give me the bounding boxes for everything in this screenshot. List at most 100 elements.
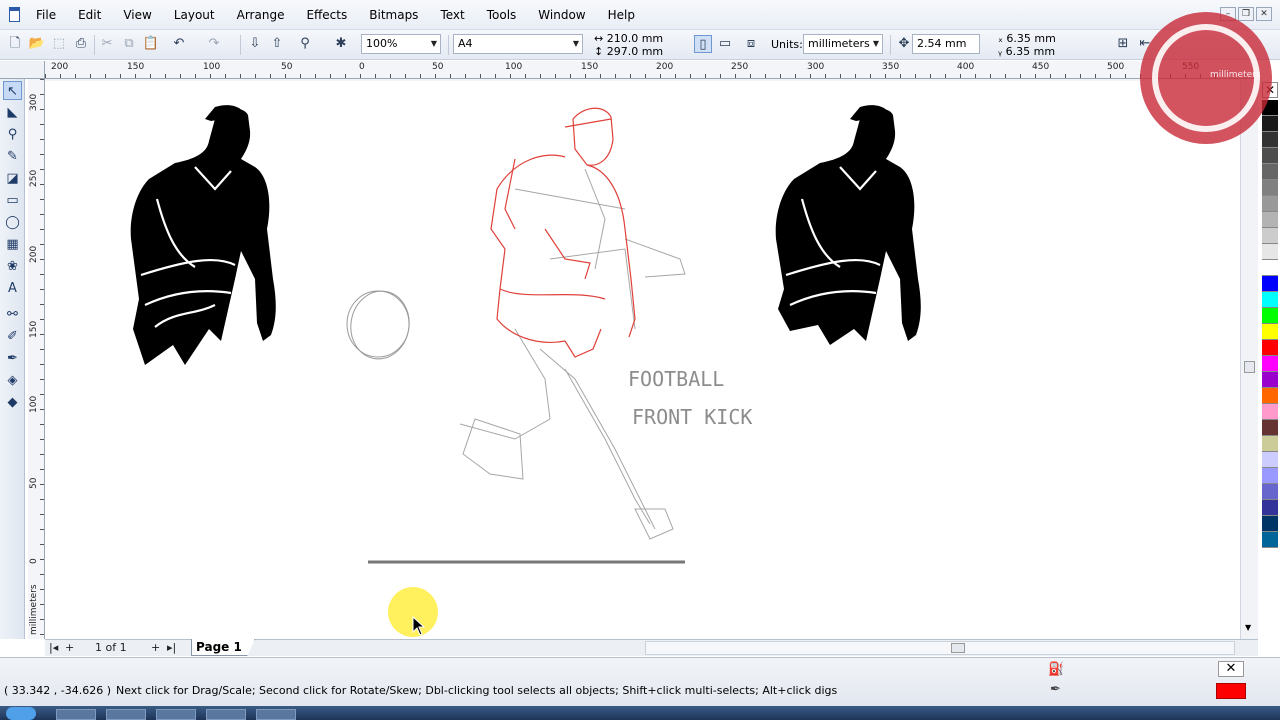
- vertical-scrollbar[interactable]: ▼: [1240, 79, 1258, 639]
- menu-edit[interactable]: Edit: [78, 8, 101, 22]
- freehand-tool-icon[interactable]: ✎: [3, 147, 22, 166]
- pick-tool-icon[interactable]: ↖: [3, 81, 22, 100]
- treat-as-filled-icon[interactable]: ⊞: [1114, 35, 1132, 53]
- taskbar-app[interactable]: [56, 709, 96, 720]
- application-launcher-icon[interactable]: ⚲: [296, 35, 314, 53]
- palette-swatch[interactable]: [1262, 132, 1278, 148]
- interactive-blend-icon[interactable]: ⚯: [3, 305, 22, 324]
- menu-window[interactable]: Window: [538, 8, 585, 22]
- scroll-down-icon[interactable]: ▼: [1245, 623, 1251, 632]
- ellipse-tool-icon[interactable]: ◯: [3, 213, 22, 232]
- zoom-level-select[interactable]: 100% ▼: [361, 34, 441, 54]
- palette-swatch[interactable]: [1262, 452, 1278, 468]
- taskbar-app[interactable]: [206, 709, 246, 720]
- horizontal-scroll-thumb[interactable]: [951, 643, 965, 653]
- ruler-origin[interactable]: [0, 61, 45, 79]
- shape-tool-icon[interactable]: ◣: [3, 103, 22, 122]
- taskbar-app[interactable]: [106, 709, 146, 720]
- duplicate-y-field[interactable]: ᵧ 6.35 mm: [998, 45, 1055, 58]
- page-width-field[interactable]: ↔ 210.0 mm: [594, 32, 663, 45]
- vertical-ruler[interactable]: 300 250 200 150 100 50 0 millimeters: [28, 79, 45, 639]
- redo-icon[interactable]: ↷: [205, 35, 223, 53]
- palette-swatch[interactable]: [1262, 532, 1278, 548]
- text-tool-icon[interactable]: A: [3, 279, 22, 298]
- palette-swatch[interactable]: [1262, 500, 1278, 516]
- palette-swatch[interactable]: [1262, 356, 1278, 372]
- portrait-icon[interactable]: ▯: [694, 35, 712, 53]
- horizontal-ruler[interactable]: 200 150 100 50 0 50 100 150 200 250 300 …: [45, 61, 1258, 79]
- interactive-fill-icon[interactable]: ◆: [3, 393, 22, 412]
- close-icon[interactable]: ✕: [1256, 7, 1272, 21]
- vertical-scroll-thumb[interactable]: [1244, 361, 1255, 373]
- palette-swatch[interactable]: [1262, 340, 1278, 356]
- zoom-tool-icon[interactable]: ⚲: [3, 125, 22, 144]
- start-button-icon[interactable]: [6, 707, 36, 720]
- add-page-after-icon[interactable]: +: [151, 641, 160, 655]
- palette-swatch[interactable]: [1262, 212, 1278, 228]
- palette-swatch[interactable]: [1262, 276, 1278, 292]
- palette-swatch[interactable]: [1262, 164, 1278, 180]
- menu-effects[interactable]: Effects: [306, 8, 347, 22]
- undo-icon[interactable]: ↶: [170, 35, 188, 53]
- palette-swatch[interactable]: [1262, 404, 1278, 420]
- menu-arrange[interactable]: Arrange: [237, 8, 285, 22]
- taskbar-app[interactable]: [256, 709, 296, 720]
- open-icon[interactable]: 📂: [28, 35, 46, 53]
- eyedropper-icon[interactable]: ✐: [3, 327, 22, 346]
- basic-shapes-icon[interactable]: ❀: [3, 257, 22, 276]
- outline-none-swatch[interactable]: ✕: [1218, 661, 1244, 677]
- palette-swatch[interactable]: [1262, 372, 1278, 388]
- palette-swatch[interactable]: [1262, 228, 1278, 244]
- palette-swatch[interactable]: [1262, 196, 1278, 212]
- menu-bitmaps[interactable]: Bitmaps: [369, 8, 418, 22]
- add-page-before-icon[interactable]: +: [65, 641, 74, 655]
- palette-swatch[interactable]: [1262, 420, 1278, 436]
- menu-help[interactable]: Help: [608, 8, 635, 22]
- cut-icon[interactable]: ✂: [98, 35, 116, 53]
- duplicate-x-field[interactable]: ₓ 6.35 mm: [998, 32, 1056, 45]
- taskbar-app[interactable]: [156, 709, 196, 720]
- palette-swatch[interactable]: [1262, 324, 1278, 340]
- rectangle-tool-icon[interactable]: ▭: [3, 191, 22, 210]
- palette-swatch[interactable]: [1262, 516, 1278, 532]
- fill-tool-icon[interactable]: ◈: [3, 371, 22, 390]
- palette-swatch[interactable]: [1262, 292, 1278, 308]
- last-page-icon[interactable]: ▸|: [167, 641, 176, 655]
- outline-tool-icon[interactable]: ✒: [3, 349, 22, 368]
- menu-view[interactable]: View: [123, 8, 151, 22]
- save-icon[interactable]: ⬚: [50, 35, 68, 53]
- palette-swatch[interactable]: [1262, 468, 1278, 484]
- palette-swatch[interactable]: [1262, 436, 1278, 452]
- page-tab[interactable]: Page 1: [191, 639, 255, 656]
- export-icon[interactable]: ⇧: [268, 35, 286, 53]
- palette-swatch[interactable]: [1262, 148, 1278, 164]
- horizontal-scrollbar[interactable]: [645, 641, 1235, 655]
- palette-swatch[interactable]: [1262, 116, 1278, 132]
- palette-swatch[interactable]: [1262, 180, 1278, 196]
- page-height-field[interactable]: ↕ 297.0 mm: [594, 45, 663, 58]
- menu-layout[interactable]: Layout: [174, 8, 215, 22]
- landscape-icon[interactable]: ▭: [716, 35, 734, 53]
- palette-swatch[interactable]: [1262, 260, 1278, 276]
- app-icon[interactable]: [6, 6, 24, 24]
- all-pages-icon[interactable]: ⧈: [742, 35, 760, 53]
- copy-icon[interactable]: ⧉: [120, 35, 138, 53]
- welcome-screen-icon[interactable]: ✱: [332, 35, 350, 53]
- palette-swatch[interactable]: [1262, 244, 1278, 260]
- drawing-canvas[interactable]: FOOTBALL FRONT KICK: [45, 79, 1258, 639]
- new-document-icon[interactable]: 🗋: [6, 35, 24, 53]
- palette-swatch[interactable]: [1262, 484, 1278, 500]
- menu-tools[interactable]: Tools: [487, 8, 517, 22]
- page-size-select[interactable]: A4 ▼: [453, 34, 583, 54]
- import-icon[interactable]: ⇩: [246, 35, 264, 53]
- smart-fill-icon[interactable]: ◪: [3, 169, 22, 188]
- first-page-icon[interactable]: |◂: [49, 641, 58, 655]
- units-select[interactable]: millimeters ▼: [803, 34, 883, 54]
- nudge-distance-field[interactable]: 2.54 mm: [912, 34, 980, 54]
- palette-swatch[interactable]: [1262, 308, 1278, 324]
- restore-icon[interactable]: ❐: [1238, 7, 1254, 21]
- fill-color-indicator[interactable]: [1216, 683, 1246, 699]
- print-icon[interactable]: ⎙: [72, 35, 90, 53]
- menu-text[interactable]: Text: [440, 8, 464, 22]
- palette-swatch[interactable]: [1262, 388, 1278, 404]
